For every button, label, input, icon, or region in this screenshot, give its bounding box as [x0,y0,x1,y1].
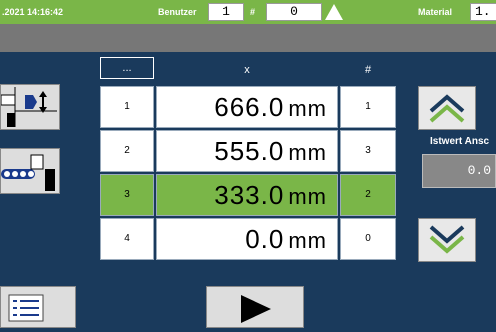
toolbar-strip [0,24,496,52]
unit-2: mm [288,140,327,165]
warning-triangle-icon[interactable] [324,3,344,21]
scroll-up-button[interactable] [418,86,476,130]
unit-1: mm [288,96,327,121]
header-hash: # [364,64,372,76]
conveyor-icon [1,154,55,191]
value-cell-2[interactable]: 555.0 mm [156,130,338,172]
material-field[interactable]: 1. [470,3,496,21]
list-menu-button[interactable] [0,286,76,328]
list-icon [8,294,44,322]
material-label: Material [418,7,453,17]
user-label: Benutzer [158,7,197,17]
stop-position-icon [0,87,57,127]
count-cell-2[interactable]: 3 [340,130,396,172]
value-cell-3[interactable]: 333.0 mm [156,174,338,216]
count-cell-3[interactable]: 2 [340,174,396,216]
scroll-down-button[interactable] [418,218,476,262]
chevron-up-icon [429,94,465,123]
chevron-down-icon [429,225,465,254]
count-cell-4[interactable]: 0 [340,218,396,260]
status-bar: .2021 14:16:42 Benutzer 1 # 0 Material 1… [0,0,496,24]
hash-label: # [250,7,256,17]
count-cell-1[interactable]: 1 [340,86,396,128]
row-label-4[interactable]: 4 [100,218,154,260]
count-field[interactable]: 0 [266,3,322,21]
value-cell-4[interactable]: 0.0 mm [156,218,338,260]
user-field[interactable]: 1 [208,3,244,21]
row-label-3[interactable]: 3 [100,174,154,216]
istwert-label: Istwert Ansc [430,136,490,147]
start-button[interactable] [206,286,304,328]
header-dots-button[interactable]: ... [100,57,154,79]
value-3: 333.0 [214,180,285,210]
istwert-field: 0.0 [422,154,496,188]
conveyor-button[interactable] [0,148,60,194]
stop-position-button[interactable] [0,84,60,130]
play-icon [241,295,271,323]
value-4: 0.0 [245,224,285,254]
datetime-label: .2021 14:16:42 [2,7,64,17]
unit-4: mm [288,228,327,253]
value-1: 666.0 [214,92,285,122]
unit-3: mm [288,184,327,209]
value-cell-1[interactable]: 666.0 mm [156,86,338,128]
header-x: x [244,64,250,76]
row-label-1[interactable]: 1 [100,86,154,128]
row-label-2[interactable]: 2 [100,130,154,172]
value-2: 555.0 [214,136,285,166]
